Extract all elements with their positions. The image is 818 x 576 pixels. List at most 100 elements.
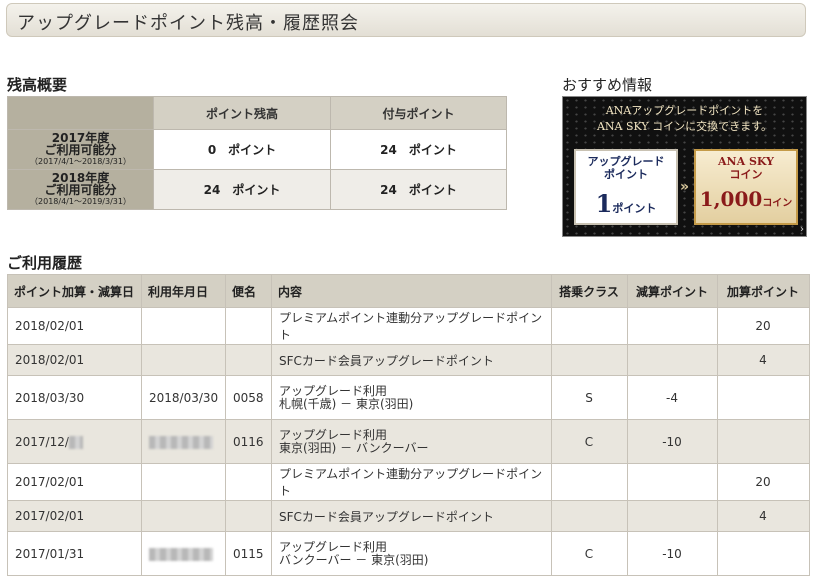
col-header-plus: 加算ポイント <box>717 274 810 308</box>
flight-cell: 0115 <box>225 531 272 576</box>
flight-cell <box>225 500 272 532</box>
summary-row-label: 2018年度 ご利用可能分 （2018/4/1～2019/3/31） <box>7 169 154 210</box>
chevron-right-icon: › <box>800 224 804 235</box>
summary-col-granted: 付与ポイント <box>330 96 507 130</box>
content-cell: SFCカード会員アップグレードポイント <box>271 344 552 376</box>
route-line: バンクーバー － 東京(羽田) <box>279 552 429 567</box>
col-header-minus: 減算ポイント <box>627 274 718 308</box>
use-date-cell <box>141 344 226 376</box>
class-cell <box>551 463 628 501</box>
plus-cell <box>717 375 810 420</box>
class-cell <box>551 307 628 345</box>
upgrade-point-card-value: 1 <box>595 189 613 218</box>
upgrade-point-card-title: アップグレード ポイント <box>576 155 676 181</box>
sky-coin-card-title: ANA SKY コイン <box>696 155 796 181</box>
date-cell: 2018/03/30 <box>7 375 142 420</box>
minus-cell: -10 <box>627 419 718 464</box>
table-row: 2018/02/01 SFCカード会員アップグレードポイント 4 <box>7 344 810 376</box>
route-line: 東京(羽田) － バンクーバー <box>279 440 429 455</box>
class-cell: C <box>551 531 628 576</box>
content-cell: SFCカード会員アップグレードポイント <box>271 500 552 532</box>
sky-coin-card-amount: 1,000コイン <box>696 187 796 211</box>
class-cell: C <box>551 419 628 464</box>
use-date-cell <box>141 419 226 464</box>
content-line1: アップグレード利用 <box>279 539 388 554</box>
minus-cell <box>627 463 718 501</box>
granted-value: 24 ポイント <box>330 129 507 170</box>
flight-cell <box>225 463 272 501</box>
double-chevron-right-icon: » <box>680 179 690 195</box>
content-cell: アップグレード利用 バンクーバー － 東京(羽田) <box>271 531 552 576</box>
class-cell: S <box>551 375 628 420</box>
table-row: 2017/02/01 プレミアムポイント連動分アップグレードポイント 20 <box>7 463 810 501</box>
plus-cell: 4 <box>717 500 810 532</box>
minus-cell: -10 <box>627 531 718 576</box>
content-line1: アップグレード利用 <box>279 383 388 398</box>
plus-cell: 20 <box>717 307 810 345</box>
redacted-block <box>68 435 83 449</box>
date-cell: 2017/01/31 <box>7 531 142 576</box>
upgrade-point-card-title1: アップグレード <box>587 155 665 168</box>
upgrade-point-card-title2: ポイント <box>604 168 648 181</box>
balance-summary-table: ポイント残高 付与ポイント 2017年度 ご利用可能分 （2017/4/1～20… <box>7 96 507 210</box>
content-line1: アップグレード利用 <box>279 427 388 442</box>
table-row: 2017/01/31 0115 アップグレード利用 バンクーバー － 東京(羽田… <box>7 531 810 576</box>
use-date-cell <box>141 463 226 501</box>
sky-coin-exchange-banner[interactable]: ANAアップグレードポイントを ANA SKY コインに交換できます。 アップグ… <box>562 96 807 237</box>
plus-cell: 20 <box>717 463 810 501</box>
use-date-cell <box>141 307 226 345</box>
table-row: 2017/12/ 0116 アップグレード利用 東京(羽田) － バンクーバー … <box>7 419 810 464</box>
class-cell <box>551 344 628 376</box>
col-header-flight: 便名 <box>225 274 272 308</box>
col-header-use-date: 利用年月日 <box>141 274 226 308</box>
col-header-date: ポイント加算・減算日 <box>7 274 142 308</box>
date-cell: 2018/02/01 <box>7 344 142 376</box>
flight-cell <box>225 307 272 345</box>
sky-coin-card-title2: コイン <box>729 168 763 181</box>
recommend-heading: おすすめ情報 <box>562 76 653 94</box>
route-line: 札幌(千歳) － 東京(羽田) <box>279 396 414 411</box>
balance-value: 0 ポイント <box>153 129 331 170</box>
redacted-block <box>149 435 213 449</box>
redacted-block <box>149 547 213 561</box>
banner-line1: ANAアップグレードポイントを <box>605 104 764 117</box>
class-cell <box>551 500 628 532</box>
date-cell: 2017/02/01 <box>7 463 142 501</box>
col-header-class: 搭乗クラス <box>551 274 628 308</box>
use-date-cell <box>141 500 226 532</box>
summary-corner-cell <box>7 96 154 130</box>
balance-value: 24 ポイント <box>153 169 331 210</box>
date-cell: 2017/02/01 <box>7 500 142 532</box>
table-row: 2018/02/01 プレミアムポイント連動分アップグレードポイント 20 <box>7 307 810 345</box>
history-header-row: ポイント加算・減算日 利用年月日 便名 内容 搭乗クラス 減算ポイント 加算ポイ… <box>7 274 810 308</box>
use-date-cell: 2018/03/30 <box>141 375 226 420</box>
summary-row-2018: 2018年度 ご利用可能分 （2018/4/1～2019/3/31） 24 ポイ… <box>7 169 507 210</box>
upgrade-point-card: アップグレード ポイント 1ポイント <box>574 149 678 225</box>
summary-heading: 残高概要 <box>7 76 68 94</box>
date-cell: 2018/02/01 <box>7 307 142 345</box>
content-cell: アップグレード利用 札幌(千歳) － 東京(羽田) <box>271 375 552 420</box>
table-row: 2017/02/01 SFCカード会員アップグレードポイント 4 <box>7 500 810 532</box>
minus-cell <box>627 307 718 345</box>
summary-col-balance: ポイント残高 <box>153 96 331 130</box>
use-date-cell <box>141 531 226 576</box>
flight-cell: 0058 <box>225 375 272 420</box>
banner-line2: ANA SKY コインに交換できます。 <box>596 120 773 133</box>
col-header-content: 内容 <box>271 274 552 308</box>
plus-cell <box>717 419 810 464</box>
history-heading: ご利用履歴 <box>7 254 83 272</box>
page-title-bar: アップグレードポイント残高・履歴照会 <box>6 3 806 37</box>
date-text: 2017/12/ <box>15 434 69 449</box>
sky-coin-card: ANA SKY コイン 1,000コイン <box>694 149 798 225</box>
banner-headline: ANAアップグレードポイントを ANA SKY コインに交換できます。 <box>563 103 806 135</box>
plus-cell: 4 <box>717 344 810 376</box>
period-label: （2017/4/1～2018/3/31） <box>30 156 131 166</box>
flight-cell: 0116 <box>225 419 272 464</box>
content-cell: プレミアムポイント連動分アップグレードポイント <box>271 307 552 345</box>
flight-cell <box>225 344 272 376</box>
upgrade-point-card-unit: ポイント <box>612 202 657 215</box>
sky-coin-card-title1: ANA SKY <box>717 155 774 168</box>
content-cell: アップグレード利用 東京(羽田) － バンクーバー <box>271 419 552 464</box>
content-cell: プレミアムポイント連動分アップグレードポイント <box>271 463 552 501</box>
sky-coin-card-value: 1,000 <box>699 187 763 211</box>
